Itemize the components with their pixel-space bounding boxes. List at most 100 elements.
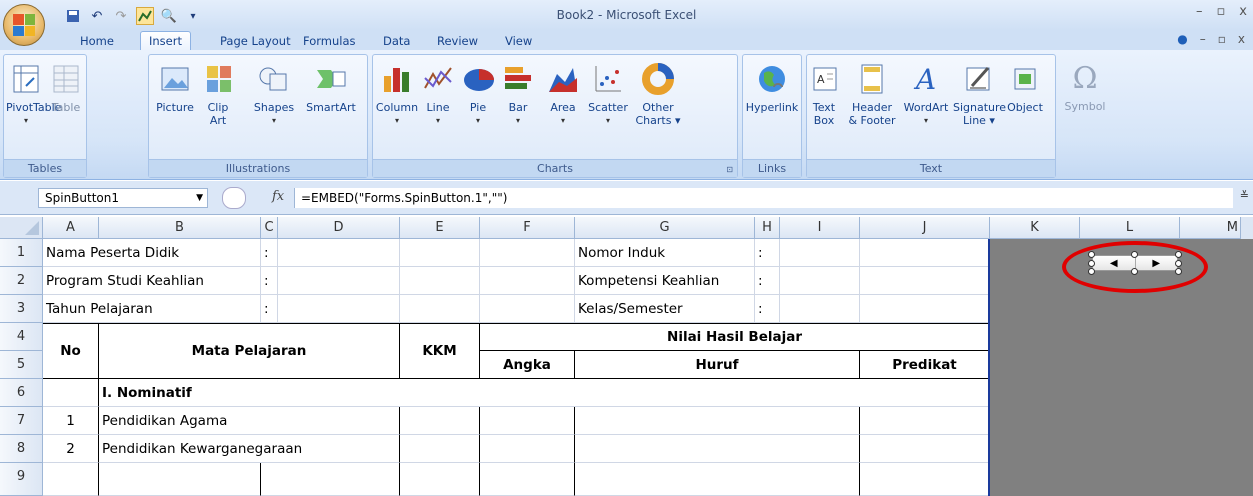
tab-home[interactable]: Home: [80, 32, 114, 50]
cell-c3[interactable]: :: [261, 295, 278, 323]
cell-a3[interactable]: Tahun Pelajaran: [43, 295, 261, 323]
cell-e8[interactable]: [400, 435, 480, 463]
header-nilai-hasil-belajar[interactable]: Nilai Hasil Belajar: [480, 323, 990, 351]
header-kkm[interactable]: KKM: [400, 323, 480, 379]
row-header-3[interactable]: 3: [0, 295, 43, 323]
tab-formulas[interactable]: Formulas: [303, 32, 356, 50]
minimize-icon[interactable]: –: [1196, 4, 1203, 19]
column-header-c[interactable]: C: [261, 217, 278, 239]
tab-insert[interactable]: Insert: [140, 31, 191, 51]
cell-c9[interactable]: [261, 463, 400, 496]
shapes-button[interactable]: Shapes ▾: [249, 61, 299, 127]
cell-e1[interactable]: [400, 239, 480, 267]
cell-f3[interactable]: [480, 295, 575, 323]
cell-b9[interactable]: [99, 463, 261, 496]
column-header-m[interactable]: M: [1180, 217, 1241, 239]
pie-chart-button[interactable]: Pie ▾: [461, 61, 495, 127]
header-footer-button[interactable]: Header & Footer: [847, 61, 897, 127]
chevron-down-icon[interactable]: ▼: [196, 189, 203, 207]
office-button[interactable]: [3, 4, 45, 46]
formula-input[interactable]: =EMBED("Forms.SpinButton.1",""): [294, 188, 1233, 208]
cell-g7[interactable]: [575, 407, 860, 435]
undo-icon[interactable]: ↶: [88, 7, 106, 25]
row-header-8[interactable]: 8: [0, 435, 43, 463]
cell-j7[interactable]: [860, 407, 990, 435]
cell-a9[interactable]: [43, 463, 99, 496]
cell-d2[interactable]: [278, 267, 400, 295]
function-icon[interactable]: fx: [272, 189, 284, 204]
save-icon[interactable]: [64, 7, 82, 25]
cell-e3[interactable]: [400, 295, 480, 323]
other-charts-button[interactable]: Other Charts ▾: [635, 61, 681, 127]
column-header-j[interactable]: J: [860, 217, 990, 239]
cell-g1[interactable]: Nomor Induk: [575, 239, 755, 267]
cell-g8[interactable]: [575, 435, 860, 463]
chart-icon[interactable]: [136, 7, 154, 25]
cell-j8[interactable]: [860, 435, 990, 463]
header-mata-pelajaran[interactable]: Mata Pelajaran: [99, 323, 400, 379]
bar-chart-button[interactable]: Bar ▾: [501, 61, 535, 127]
column-header-i[interactable]: I: [780, 217, 860, 239]
row-header-1[interactable]: 1: [0, 239, 43, 267]
scrollbar-up-button[interactable]: [1241, 217, 1253, 239]
cell-h2[interactable]: :: [755, 267, 780, 295]
tab-data[interactable]: Data: [383, 32, 410, 50]
textbox-button[interactable]: A Text Box: [809, 61, 839, 127]
column-header-f[interactable]: F: [480, 217, 575, 239]
column-header-g[interactable]: G: [575, 217, 755, 239]
cell-a2[interactable]: Program Studi Keahlian: [43, 267, 261, 295]
cell-g3[interactable]: Kelas/Semester: [575, 295, 755, 323]
customize-icon[interactable]: ▾: [184, 7, 202, 25]
restore-icon[interactable]: ▫: [1216, 4, 1225, 19]
select-all-button[interactable]: [0, 217, 43, 239]
workbook-close-icon[interactable]: x: [1238, 32, 1245, 46]
cell-f1[interactable]: [480, 239, 575, 267]
cell-j2[interactable]: [860, 267, 990, 295]
cell-a1[interactable]: Nama Peserta Didik: [43, 239, 261, 267]
column-header-d[interactable]: D: [278, 217, 400, 239]
column-header-a[interactable]: A: [43, 217, 99, 239]
cell-j9[interactable]: [860, 463, 990, 496]
help-icon[interactable]: ●: [1177, 32, 1187, 46]
cell-h1[interactable]: :: [755, 239, 780, 267]
workbook-restore-icon[interactable]: ▫: [1218, 32, 1226, 46]
cell-f2[interactable]: [480, 267, 575, 295]
name-box[interactable]: SpinButton1 ▼: [38, 188, 208, 208]
row-header-9[interactable]: 9: [0, 463, 43, 496]
signature-line-button[interactable]: Signature Line ▾: [953, 61, 1006, 127]
cell-j1[interactable]: [860, 239, 990, 267]
cell-c2[interactable]: :: [261, 267, 278, 295]
column-header-l[interactable]: L: [1080, 217, 1180, 239]
dialog-launcher-icon[interactable]: ⊡: [726, 165, 733, 174]
tab-page-layout[interactable]: Page Layout: [220, 32, 291, 50]
column-header-b[interactable]: B: [99, 217, 261, 239]
cell-j3[interactable]: [860, 295, 990, 323]
hyperlink-button[interactable]: Hyperlink: [745, 61, 799, 114]
clipart-button[interactable]: Clip Art: [203, 61, 233, 127]
scatter-chart-button[interactable]: Scatter ▾: [585, 61, 631, 127]
row-header-4[interactable]: 4: [0, 323, 43, 351]
cell-f9[interactable]: [480, 463, 575, 496]
row-header-7[interactable]: 7: [0, 407, 43, 435]
cell-d1[interactable]: [278, 239, 400, 267]
column-header-k[interactable]: K: [990, 217, 1080, 239]
smartart-button[interactable]: SmartArt: [301, 61, 361, 114]
worksheet-grid[interactable]: A B C D E F G H I J K L M 1 2 3 4 5 6 7 …: [0, 217, 1253, 496]
symbol-button[interactable]: Ω Symbol: [1062, 60, 1108, 113]
column-header-e[interactable]: E: [400, 217, 480, 239]
cell-b8[interactable]: Pendidikan Kewarganegaraan: [99, 435, 400, 463]
cell-f8[interactable]: [480, 435, 575, 463]
cell-h3[interactable]: :: [755, 295, 780, 323]
row-header-2[interactable]: 2: [0, 267, 43, 295]
cell-f7[interactable]: [480, 407, 575, 435]
cell-e2[interactable]: [400, 267, 480, 295]
cell-b6[interactable]: I. Nominatif: [99, 379, 990, 407]
cell-a6[interactable]: [43, 379, 99, 407]
formula-cancel-toggle[interactable]: [222, 187, 246, 209]
cell-g9[interactable]: [575, 463, 860, 496]
header-predikat[interactable]: Predikat: [860, 351, 990, 379]
row-header-5[interactable]: 5: [0, 351, 43, 379]
expand-formula-bar-icon[interactable]: ≚: [1240, 189, 1249, 202]
cell-a8[interactable]: 2: [43, 435, 99, 463]
column-header-h[interactable]: H: [755, 217, 780, 239]
